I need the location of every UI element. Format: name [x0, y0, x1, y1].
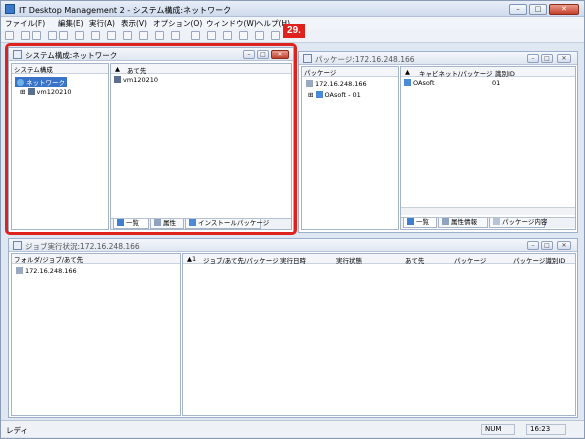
package-icon: [404, 79, 411, 86]
job-tree-header: フォルダ/ジョブ/あて先: [12, 254, 180, 264]
tab-list[interactable]: 一覧: [403, 218, 437, 228]
highlight-frame: [5, 43, 297, 235]
status-bar: レディ NUM 16:23: [1, 420, 584, 437]
app-icon: [5, 4, 15, 14]
package-id: 01: [492, 79, 501, 87]
menu-window[interactable]: ウィンドウ(W): [206, 18, 257, 29]
package-tabs: 一覧 属性情報 パッケージ内容: [401, 217, 575, 228]
column-package-id[interactable]: パッケージ識別ID: [513, 255, 565, 265]
package-name: OAsoft: [413, 79, 435, 87]
tab-attribute-info[interactable]: 属性情報: [438, 218, 488, 228]
package-tree-panel: パッケージ 172.16.248.166 ⊞ OAsoft - 01: [301, 66, 399, 230]
step-badge: 29.: [283, 24, 305, 38]
toolbar-button[interactable]: [75, 31, 84, 40]
title-bar: IT Desktop Management 2 - システム構成:ネットワーク …: [1, 1, 584, 17]
package-list-panel: ▲ キャビネット/パッケージ 識別ID OAsoft 01 一覧 属性情報 パッ…: [400, 66, 576, 230]
minimize-button[interactable]: –: [509, 4, 527, 15]
job-pane-header: ジョブ実行状況:172.16.248.166 – □ ✕: [9, 239, 577, 252]
document-icon: [493, 218, 500, 225]
package-tree-header: パッケージ: [302, 67, 398, 77]
pane-minimize-button[interactable]: –: [527, 54, 539, 63]
toolbar-button[interactable]: [59, 31, 68, 40]
package-pane-header: パッケージ:172.16.248.166 – □ ✕: [299, 52, 577, 65]
menu-options[interactable]: オプション(O): [153, 18, 202, 29]
clock: 16:23: [526, 424, 566, 435]
toolbar-button[interactable]: [171, 31, 180, 40]
cabinet-icon: [315, 91, 323, 98]
job-status-pane: ジョブ実行状況:172.16.248.166 – □ ✕ フォルダ/ジョブ/あて…: [8, 238, 578, 418]
expand-icon[interactable]: ⊞: [308, 91, 313, 99]
tab-label: パッケージ内容: [502, 218, 548, 226]
num-lock-indicator: NUM: [481, 424, 515, 435]
pane-restore-button[interactable]: □: [541, 241, 553, 250]
toolbar-button[interactable]: [107, 31, 116, 40]
server-icon: [16, 267, 23, 274]
column-job[interactable]: ジョブ/あて先/パッケージ: [203, 255, 279, 265]
menu-edit[interactable]: 編集(E): [58, 18, 84, 29]
toolbar-button[interactable]: [91, 31, 100, 40]
job-tree-panel: フォルダ/ジョブ/あて先 172.16.248.166: [11, 253, 181, 416]
job-pane-title: ジョブ実行状況:172.16.248.166: [25, 242, 140, 251]
tree-item-label: OAsoft - 01: [324, 91, 361, 99]
tree-item-label: 172.16.248.166: [315, 80, 367, 88]
tab-label: 一覧: [416, 218, 429, 226]
toolbar-button[interactable]: [48, 31, 57, 40]
horizontal-scrollbar[interactable]: [401, 207, 575, 215]
menu-run[interactable]: 実行(A): [89, 18, 115, 29]
tree-item-label: 172.16.248.166: [25, 267, 77, 275]
package-pane-title: パッケージ:172.16.248.166: [315, 55, 415, 64]
server-icon: [306, 80, 313, 87]
column-package[interactable]: パッケージ: [454, 255, 486, 265]
close-button[interactable]: ✕: [549, 4, 579, 15]
maximize-button[interactable]: □: [529, 4, 547, 15]
toolbar-button[interactable]: [21, 31, 30, 40]
list-icon: [407, 218, 414, 225]
tab-label: 属性情報: [451, 218, 477, 226]
toolbar-button[interactable]: [139, 31, 148, 40]
toolbar-button[interactable]: [207, 31, 216, 40]
column-exec-state[interactable]: 実行状態: [336, 255, 362, 265]
window-title: IT Desktop Management 2 - システム構成:ネットワーク: [19, 6, 232, 15]
job-pane-icon: [13, 241, 22, 250]
toolbar-button[interactable]: [191, 31, 200, 40]
toolbar-button[interactable]: [123, 31, 132, 40]
list-item[interactable]: OAsoft 01: [404, 79, 574, 87]
job-list-panel: ▲ 1 ジョブ/あて先/パッケージ 実行日時 実行状態 あて先 パッケージ パッ…: [182, 253, 576, 416]
toolbar-button[interactable]: [271, 31, 280, 40]
status-text: レディ: [6, 426, 28, 435]
job-list-header: ▲ 1 ジョブ/あて先/パッケージ 実行日時 実行状態 あて先 パッケージ パッ…: [183, 254, 575, 265]
column-destination[interactable]: あて先: [405, 255, 424, 265]
menu-view[interactable]: 表示(V): [121, 18, 147, 29]
tree-item-server[interactable]: 172.16.248.166: [306, 80, 367, 88]
toolbar-button[interactable]: [239, 31, 248, 40]
tree-item-package[interactable]: ⊞ OAsoft - 01: [308, 91, 361, 99]
package-list-header: ▲ キャビネット/パッケージ 識別ID: [401, 67, 575, 78]
column-cabinet-package[interactable]: キャビネット/パッケージ: [419, 68, 493, 78]
pane-close-button[interactable]: ✕: [557, 241, 571, 250]
package-pane: パッケージ:172.16.248.166 – □ ✕ パッケージ 172.16.…: [298, 51, 578, 233]
column-order[interactable]: 1: [192, 255, 196, 263]
toolbar-button[interactable]: [5, 31, 14, 40]
column-id[interactable]: 識別ID: [495, 68, 515, 78]
toolbar-button[interactable]: [32, 31, 41, 40]
tab-package-contents[interactable]: パッケージ内容: [489, 218, 548, 228]
toolbar-button[interactable]: [255, 31, 264, 40]
menu-file[interactable]: ファイル(F): [5, 18, 45, 29]
pane-restore-button[interactable]: □: [541, 54, 553, 63]
tree-item-server[interactable]: 172.16.248.166: [16, 267, 77, 275]
toolbar-button[interactable]: [223, 31, 232, 40]
sort-arrow-icon[interactable]: ▲: [405, 68, 410, 76]
pane-minimize-button[interactable]: –: [527, 241, 539, 250]
column-exec-time[interactable]: 実行日時: [280, 255, 306, 265]
toolbar-button[interactable]: [155, 31, 164, 40]
package-pane-icon: [303, 54, 312, 63]
attribute-icon: [442, 218, 449, 225]
pane-close-button[interactable]: ✕: [557, 54, 571, 63]
